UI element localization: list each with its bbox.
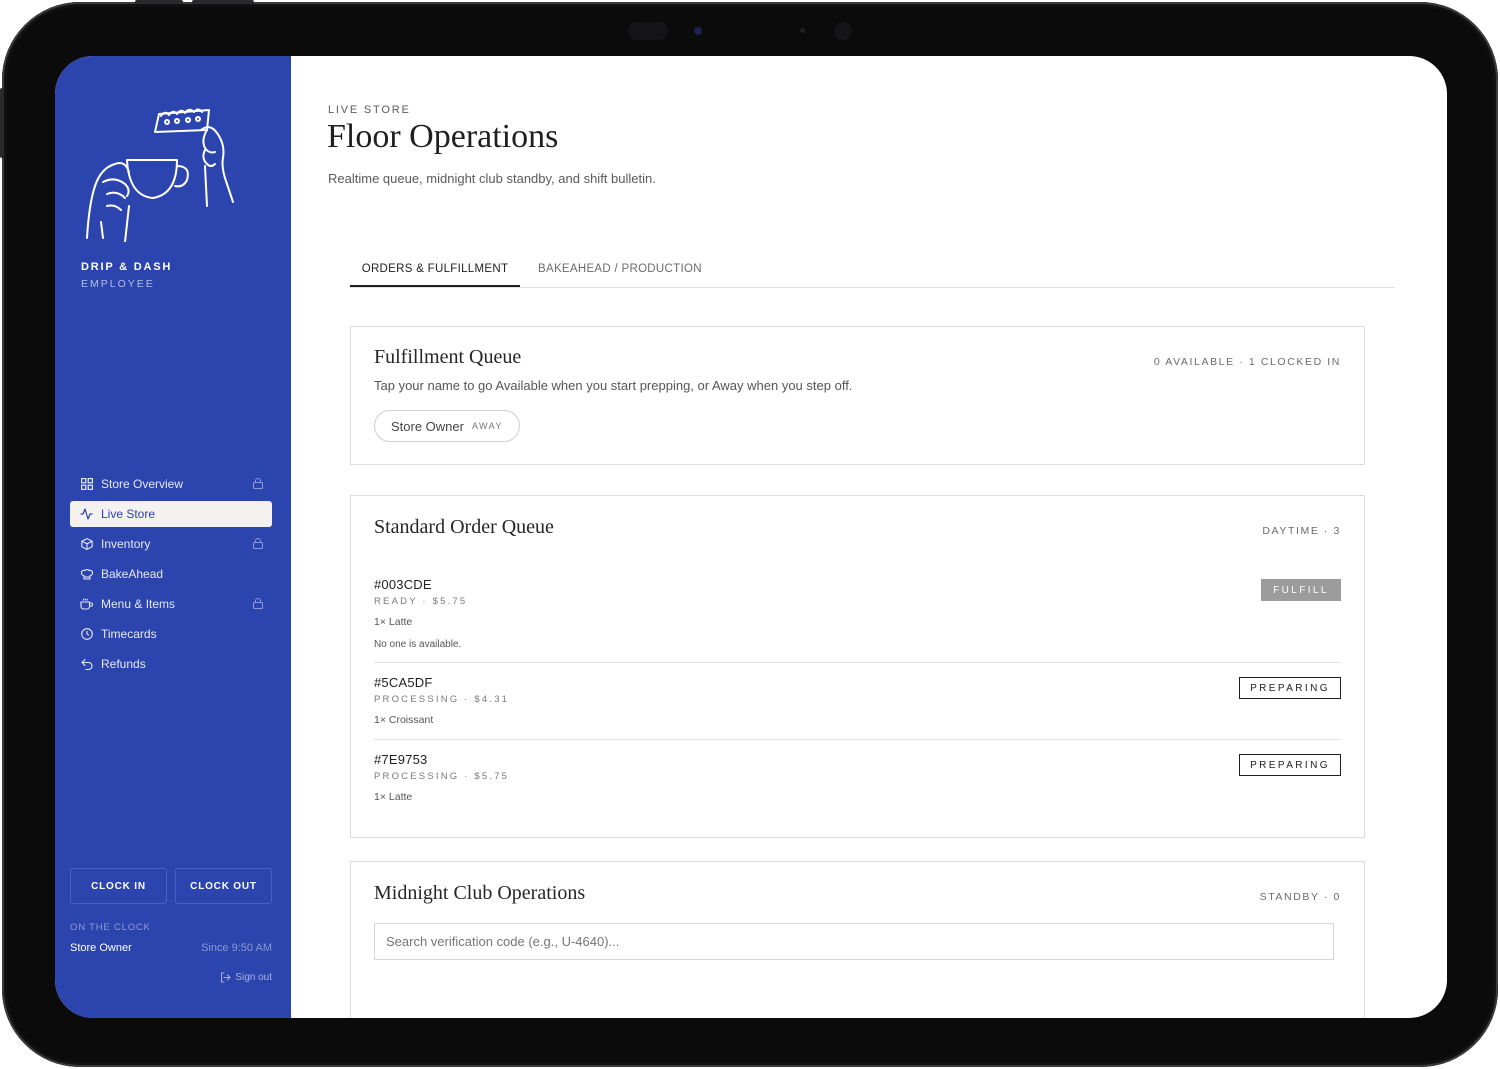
sidebar-item-label: Timecards bbox=[101, 627, 157, 641]
order-items: 1× Latte bbox=[374, 791, 413, 803]
sidebar-item-inventory[interactable]: Inventory bbox=[70, 531, 272, 557]
sidebar-item-timecards[interactable]: Timecards bbox=[70, 621, 272, 647]
camera-bar bbox=[620, 20, 860, 42]
fulfill-button[interactable]: FULFILL bbox=[1261, 579, 1341, 601]
midnight-club-title: Midnight Club Operations bbox=[374, 882, 586, 904]
standard-order-queue-card: Standard Order Queue DAYTIME · 3 #003CDE… bbox=[350, 495, 1365, 838]
sidebar-nav: Store Overview Live Store Inventory Bake… bbox=[70, 471, 272, 681]
order-status-price: PROCESSING · $5.75 bbox=[374, 771, 510, 782]
box-icon bbox=[80, 538, 93, 551]
sign-out-label: Sign out bbox=[235, 972, 272, 983]
order-row: #7E9753 PROCESSING · $5.75 1× Latte PREP… bbox=[374, 752, 1341, 803]
fulfillment-queue-counts: 0 AVAILABLE · 1 CLOCKED IN bbox=[1153, 356, 1341, 368]
standard-queue-count: DAYTIME · 3 bbox=[1262, 525, 1341, 537]
lock-icon bbox=[253, 598, 263, 609]
preparing-button[interactable]: PREPARING bbox=[1239, 754, 1341, 776]
sidebar-item-bakeahead[interactable]: BakeAhead bbox=[70, 561, 272, 587]
tablet-top-button bbox=[135, 0, 183, 4]
sidebar-item-label: Menu & Items bbox=[101, 597, 176, 611]
order-id: #5CA5DF bbox=[374, 675, 433, 690]
sign-out-link[interactable]: Sign out bbox=[220, 972, 272, 983]
tablet-top-button-2 bbox=[192, 0, 254, 4]
tab-orders-fulfillment[interactable]: ORDERS & FULFILLMENT bbox=[350, 252, 520, 287]
sidebar-item-store-overview[interactable]: Store Overview bbox=[70, 471, 272, 497]
order-items: 1× Croissant bbox=[374, 714, 434, 726]
on-clock-user: Store Owner bbox=[70, 942, 132, 954]
sign-out-icon bbox=[221, 972, 231, 983]
activity-icon bbox=[80, 508, 93, 521]
brand-role: EMPLOYEE bbox=[81, 278, 155, 290]
midnight-club-card: Midnight Club Operations STANDBY · 0 bbox=[350, 861, 1365, 1018]
on-clock-label: ON THE CLOCK bbox=[70, 922, 151, 933]
on-clock-since: Since 9:50 AM bbox=[201, 942, 272, 954]
fulfillment-queue-card: Fulfillment Queue 0 AVAILABLE · 1 CLOCKE… bbox=[350, 326, 1365, 465]
order-row: #003CDE READY · $5.75 1× Latte No one is… bbox=[374, 577, 1341, 650]
sidebar-item-label: Store Overview bbox=[101, 477, 184, 491]
fulfillment-queue-description: Tap your name to go Available when you s… bbox=[374, 378, 853, 393]
sidebar-item-refunds[interactable]: Refunds bbox=[70, 651, 272, 677]
order-status-price: READY · $5.75 bbox=[374, 596, 468, 607]
clock-in-button[interactable]: CLOCK IN bbox=[70, 868, 167, 904]
undo-icon bbox=[80, 658, 93, 671]
order-divider bbox=[374, 662, 1341, 663]
order-note: No one is available. bbox=[374, 639, 462, 650]
staff-status: AWAY bbox=[471, 421, 503, 431]
order-divider bbox=[374, 739, 1341, 740]
page-title: Floor Operations bbox=[327, 118, 559, 155]
sidebar-item-label: Refunds bbox=[101, 657, 146, 671]
main-content: LIVE STORE Floor Operations Realtime que… bbox=[291, 56, 1447, 1018]
order-id: #7E9753 bbox=[374, 752, 428, 767]
sidebar-item-label: Live Store bbox=[101, 507, 156, 521]
staff-availability-toggle[interactable]: Store Owner AWAY bbox=[374, 410, 520, 442]
order-row: #5CA5DF PROCESSING · $4.31 1× Croissant … bbox=[374, 675, 1341, 726]
clock-icon bbox=[80, 628, 93, 641]
camera-lens bbox=[628, 22, 668, 40]
coffee-hands-illustration-icon bbox=[86, 108, 234, 242]
verification-code-search-input[interactable] bbox=[374, 923, 1334, 960]
tab-bakeahead-production[interactable]: BAKEAHEAD / PRODUCTION bbox=[538, 252, 702, 286]
sensor-dot bbox=[800, 28, 805, 33]
lock-icon bbox=[253, 538, 263, 549]
camera-dot bbox=[694, 27, 702, 35]
chef-hat-icon bbox=[80, 568, 93, 581]
lock-icon bbox=[253, 478, 263, 489]
tablet-side-button bbox=[0, 88, 4, 158]
sensor-lens bbox=[834, 22, 852, 40]
midnight-club-standby: STANDBY · 0 bbox=[1259, 891, 1341, 903]
coffee-cup-icon bbox=[80, 598, 93, 611]
preparing-button[interactable]: PREPARING bbox=[1239, 677, 1341, 699]
sidebar-item-live-store[interactable]: Live Store bbox=[70, 501, 272, 527]
clock-buttons: CLOCK IN CLOCK OUT bbox=[70, 868, 272, 904]
page-subtitle: Realtime queue, midnight club standby, a… bbox=[328, 171, 656, 186]
page-eyebrow: LIVE STORE bbox=[328, 104, 411, 116]
sidebar-item-menu-items[interactable]: Menu & Items bbox=[70, 591, 272, 617]
fulfillment-queue-title: Fulfillment Queue bbox=[374, 346, 522, 368]
order-id: #003CDE bbox=[374, 577, 432, 592]
brand-name: DRIP & DASH bbox=[81, 261, 173, 273]
standard-queue-title: Standard Order Queue bbox=[374, 516, 554, 538]
sidebar-item-label: BakeAhead bbox=[101, 567, 164, 581]
order-items: 1× Latte bbox=[374, 616, 413, 628]
sidebar-item-label: Inventory bbox=[101, 537, 151, 551]
tab-bar: ORDERS & FULFILLMENT BAKEAHEAD / PRODUCT… bbox=[350, 252, 1395, 288]
screen: DRIP & DASH EMPLOYEE Store Overview Live… bbox=[55, 56, 1447, 1018]
staff-name: Store Owner bbox=[391, 418, 464, 434]
clock-out-button[interactable]: CLOCK OUT bbox=[175, 868, 272, 904]
order-status-price: PROCESSING · $4.31 bbox=[374, 694, 510, 705]
grid-icon bbox=[80, 478, 93, 491]
sidebar: DRIP & DASH EMPLOYEE Store Overview Live… bbox=[55, 56, 291, 1018]
